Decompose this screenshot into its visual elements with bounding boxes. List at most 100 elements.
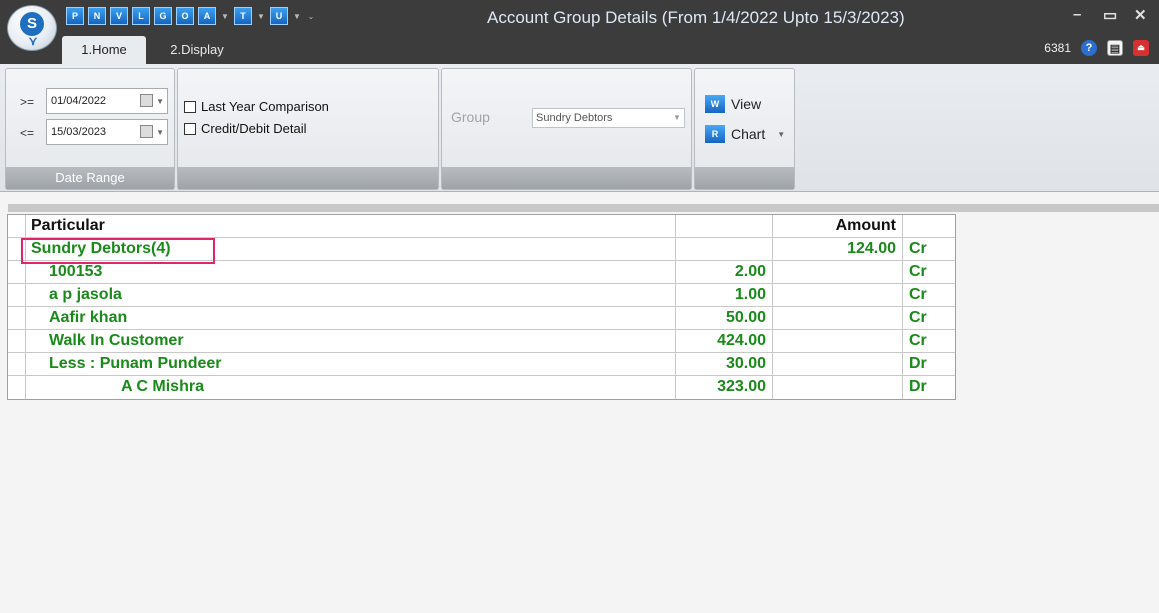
quick-access-button[interactable]: O bbox=[176, 7, 194, 25]
row-selector[interactable] bbox=[8, 307, 26, 329]
quick-access-button[interactable]: V bbox=[110, 7, 128, 25]
tab-home[interactable]: 1.Home bbox=[62, 36, 146, 64]
amount-header[interactable]: Amount bbox=[773, 215, 903, 237]
quick-access-button[interactable]: P bbox=[66, 7, 84, 25]
drcr-cell: Cr bbox=[909, 332, 927, 349]
group-filter-group: Group Sundry Debtors ▼ bbox=[441, 68, 692, 190]
drcr-cell: Cr bbox=[909, 309, 927, 326]
grid-header-row: Particular Amount bbox=[8, 215, 955, 238]
to-date-value: 15/03/2023 bbox=[51, 126, 107, 138]
quick-access-button[interactable]: L bbox=[132, 7, 150, 25]
tab-display[interactable]: 2.Display bbox=[152, 36, 242, 64]
quick-access-button[interactable]: G bbox=[154, 7, 172, 25]
chevron-down-icon[interactable]: ▼ bbox=[156, 121, 164, 145]
account-group-grid[interactable]: Particular Amount Sundry Debtors(4) 124.0… bbox=[7, 214, 956, 400]
user-number: 6381 bbox=[1044, 41, 1071, 55]
grid-top-separator bbox=[8, 204, 1159, 212]
credit-debit-detail-label: Credit/Debit Detail bbox=[201, 121, 307, 136]
actions-footer bbox=[695, 167, 794, 189]
ribbon-tab-strip: 1.Home 2.Display 6381 ? ▤ ⏏ bbox=[0, 36, 1159, 64]
quick-access-button[interactable]: T bbox=[234, 7, 252, 25]
document-icon[interactable]: ▤ bbox=[1107, 40, 1123, 56]
table-row[interactable]: Less : Punam Pundeer 30.00 Dr bbox=[8, 353, 955, 376]
chevron-down-icon[interactable]: ▼ bbox=[220, 12, 230, 21]
amount1-cell: 323.00 bbox=[676, 376, 773, 399]
amount1-cell: 50.00 bbox=[676, 307, 773, 329]
amount2-cell bbox=[773, 284, 903, 306]
customize-toolbar-icon[interactable]: ⌄ bbox=[306, 12, 316, 21]
row-selector[interactable] bbox=[8, 261, 26, 283]
table-row[interactable]: Sundry Debtors(4) 124.00 Cr bbox=[8, 238, 955, 261]
logo-letter: S bbox=[20, 12, 44, 36]
quick-access-button[interactable]: U bbox=[270, 7, 288, 25]
actions-group: W View R Chart ▼ bbox=[694, 68, 795, 190]
maximize-icon[interactable]: ▭ bbox=[1103, 6, 1117, 24]
table-row[interactable]: a p jasola 1.00 Cr bbox=[8, 284, 955, 307]
amount1-header[interactable] bbox=[676, 215, 773, 237]
quick-access-button[interactable]: A bbox=[198, 7, 216, 25]
from-date-field[interactable]: 01/04/2022 ▼ bbox=[46, 88, 168, 114]
title-bar: P N V L G O A ▼ T ▼ U ▼ ⌄ Account Group Details (Fro… bbox=[0, 0, 1159, 36]
amount2-cell bbox=[773, 353, 903, 375]
particular-cell: Aafir khan bbox=[26, 307, 676, 329]
row-selector[interactable] bbox=[8, 238, 26, 260]
last-year-comparison-checkbox[interactable]: Last Year Comparison bbox=[184, 99, 329, 114]
help-icon[interactable]: ? bbox=[1081, 40, 1097, 56]
row-selector[interactable] bbox=[8, 376, 26, 399]
exit-icon[interactable]: ⏏ bbox=[1133, 40, 1149, 56]
amount1-cell: 424.00 bbox=[676, 330, 773, 352]
from-date-value: 01/04/2022 bbox=[51, 95, 107, 107]
row-selector[interactable] bbox=[8, 353, 26, 375]
amount2-cell bbox=[773, 261, 903, 283]
window-title: Account Group Details (From 1/4/2022 Upt… bbox=[487, 8, 905, 27]
to-date-field[interactable]: 15/03/2023 ▼ bbox=[46, 119, 168, 145]
options-group: Last Year Comparison Credit/Debit Detail bbox=[177, 68, 439, 190]
table-row[interactable]: 100153 2.00 Cr bbox=[8, 261, 955, 284]
amount2-cell: 124.00 bbox=[773, 238, 903, 260]
amount2-cell bbox=[773, 307, 903, 329]
row-selector-header bbox=[8, 215, 26, 237]
minimize-icon[interactable]: – bbox=[1073, 6, 1081, 23]
row-selector[interactable] bbox=[8, 284, 26, 306]
quick-access-button[interactable]: N bbox=[88, 7, 106, 25]
view-button[interactable]: W View bbox=[705, 95, 761, 113]
view-label: View bbox=[731, 96, 762, 112]
date-range-group: >= 01/04/2022 ▼ <= 15/03/2023 ▼ Date Ran… bbox=[5, 68, 175, 190]
logo-mark: ⋎ bbox=[28, 34, 38, 48]
date-range-footer: Date Range bbox=[6, 167, 174, 189]
chevron-down-icon[interactable]: ▼ bbox=[777, 130, 785, 139]
content-area: Particular Amount Sundry Debtors(4) 124.0… bbox=[0, 192, 1159, 613]
drcr-cell: Cr bbox=[909, 240, 927, 257]
drcr-cell: Cr bbox=[909, 263, 927, 280]
chevron-down-icon[interactable]: ▼ bbox=[292, 12, 302, 21]
chevron-down-icon[interactable]: ▼ bbox=[670, 109, 684, 127]
amount1-cell: 2.00 bbox=[676, 261, 773, 283]
options-footer bbox=[178, 167, 438, 189]
row-selector[interactable] bbox=[8, 330, 26, 352]
checkbox-box[interactable] bbox=[184, 100, 196, 113]
from-date-label: >= bbox=[20, 95, 35, 109]
amount1-cell: 1.00 bbox=[676, 284, 773, 306]
amount1-cell: 30.00 bbox=[676, 353, 773, 375]
particular-header[interactable]: Particular bbox=[26, 215, 676, 237]
chevron-down-icon[interactable]: ▼ bbox=[256, 12, 266, 21]
tabstrip-right-area: 6381 ? ▤ ⏏ bbox=[1044, 40, 1159, 56]
particular-cell: Less : Punam Pundeer bbox=[26, 353, 676, 375]
group-select[interactable]: Sundry Debtors ▼ bbox=[532, 108, 685, 128]
drcr-cell: Dr bbox=[909, 378, 927, 395]
calendar-icon[interactable] bbox=[140, 94, 153, 107]
table-row[interactable]: Aafir khan 50.00 Cr bbox=[8, 307, 955, 330]
particular-cell: Walk In Customer bbox=[26, 330, 676, 352]
table-row[interactable]: A C Mishra 323.00 Dr bbox=[8, 376, 955, 399]
drcr-header[interactable] bbox=[903, 215, 955, 237]
credit-debit-detail-checkbox[interactable]: Credit/Debit Detail bbox=[184, 121, 307, 136]
table-row[interactable]: Walk In Customer 424.00 Cr bbox=[8, 330, 955, 353]
chart-button[interactable]: R Chart ▼ bbox=[705, 125, 785, 143]
drcr-cell: Dr bbox=[909, 355, 927, 372]
close-icon[interactable]: ✕ bbox=[1134, 6, 1147, 24]
checkbox-box[interactable] bbox=[184, 122, 196, 135]
app-logo[interactable]: S ⋎ bbox=[7, 5, 57, 51]
chevron-down-icon[interactable]: ▼ bbox=[156, 90, 164, 114]
calendar-icon[interactable] bbox=[140, 125, 153, 138]
particular-cell: A C Mishra bbox=[26, 376, 676, 399]
